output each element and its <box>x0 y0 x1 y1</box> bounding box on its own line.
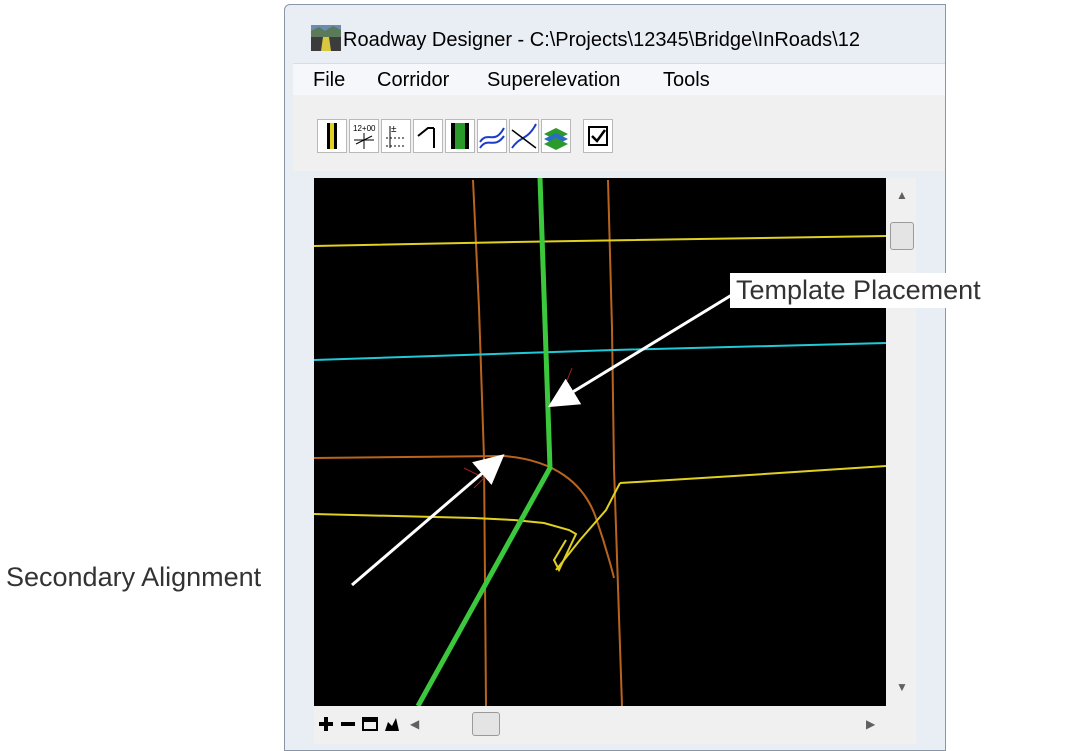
template-placement-label: Template Placement <box>730 273 987 308</box>
secondary-alignment-arrow <box>351 454 505 587</box>
secondary-alignment-label: Secondary Alignment <box>0 560 268 595</box>
template-placement-arrow <box>547 291 736 408</box>
annotation-arrows <box>351 291 736 587</box>
